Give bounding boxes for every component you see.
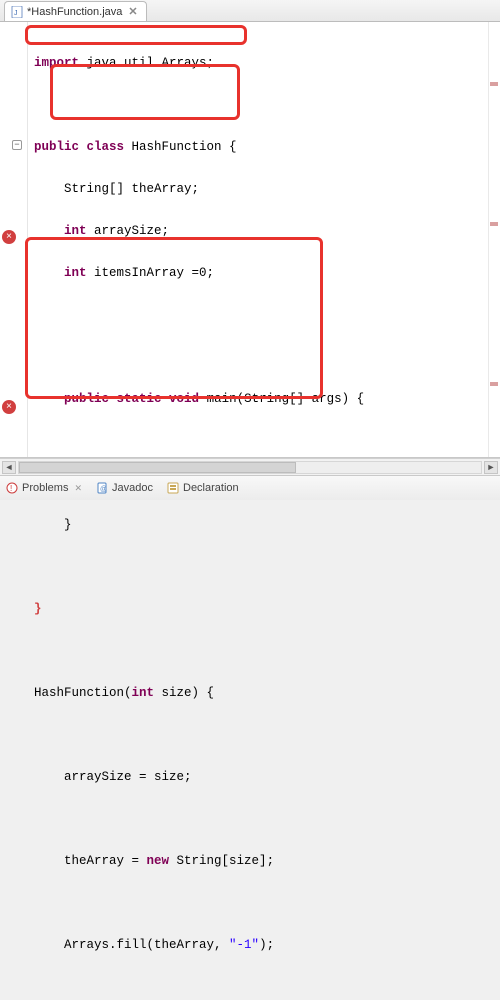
highlight-fields bbox=[50, 64, 240, 120]
code-keyword: int bbox=[64, 266, 87, 280]
code-keyword: class bbox=[79, 140, 124, 154]
svg-text:J: J bbox=[14, 10, 18, 17]
code-keyword: static bbox=[109, 392, 162, 406]
code-text: ); bbox=[259, 938, 274, 952]
ruler-marker[interactable] bbox=[490, 382, 498, 386]
code-text: Arrays.fill(theArray, bbox=[34, 938, 229, 952]
code-text: String[size]; bbox=[169, 854, 274, 868]
horizontal-scrollbar[interactable]: ◄ ► bbox=[0, 458, 500, 475]
ruler-marker[interactable] bbox=[490, 222, 498, 226]
scroll-left-arrow-icon[interactable]: ◄ bbox=[2, 461, 16, 474]
ruler-marker[interactable] bbox=[490, 82, 498, 86]
code-editor[interactable]: import java.util.Arrays; public class Ha… bbox=[28, 22, 488, 457]
code-text bbox=[34, 224, 64, 238]
problems-icon: ! bbox=[6, 482, 18, 494]
code-text: String[] theArray; bbox=[34, 182, 199, 196]
code-keyword: import bbox=[34, 56, 79, 70]
code-keyword: public bbox=[64, 392, 109, 406]
highlight-import bbox=[25, 25, 247, 45]
code-keyword: int bbox=[64, 224, 87, 238]
code-text: HashFunction { bbox=[124, 140, 237, 154]
editor-tab-close-icon[interactable]: ✕ bbox=[126, 5, 139, 18]
java-file-icon: J bbox=[11, 6, 23, 18]
code-error-text: } bbox=[34, 602, 42, 616]
code-text bbox=[34, 266, 64, 280]
editor-tab-hashfunction[interactable]: J *HashFunction.java ✕ bbox=[4, 1, 147, 21]
code-text bbox=[34, 392, 64, 406]
code-text: theArray = bbox=[34, 854, 147, 868]
gutter-error-icon[interactable]: × bbox=[2, 400, 16, 414]
code-text: arraySize; bbox=[87, 224, 170, 238]
code-text: } bbox=[34, 518, 72, 532]
editor-tab-bar: J *HashFunction.java ✕ bbox=[0, 0, 500, 22]
code-text: size) { bbox=[154, 686, 214, 700]
code-text: HashFunction( bbox=[34, 686, 132, 700]
scroll-track[interactable] bbox=[18, 461, 482, 474]
code-keyword: new bbox=[147, 854, 170, 868]
code-text: main(String[] args) { bbox=[199, 392, 364, 406]
code-text: itemsInArray =0; bbox=[87, 266, 215, 280]
svg-text:!: ! bbox=[10, 484, 12, 493]
code-keyword: void bbox=[162, 392, 200, 406]
code-keyword: int bbox=[132, 686, 155, 700]
code-string: "-1" bbox=[229, 938, 259, 952]
editor-area: − × × import java.util.Arrays; public cl… bbox=[0, 22, 500, 458]
fold-marker-icon[interactable]: − bbox=[12, 140, 22, 150]
editor-gutter[interactable]: − × × bbox=[0, 22, 28, 457]
code-keyword: public bbox=[34, 140, 79, 154]
editor-tab-label: *HashFunction.java bbox=[27, 6, 122, 18]
gutter-error-icon[interactable]: × bbox=[2, 230, 16, 244]
overview-ruler[interactable] bbox=[488, 22, 500, 457]
code-text: java.util.Arrays; bbox=[79, 56, 214, 70]
scroll-thumb[interactable] bbox=[19, 462, 296, 473]
code-text: arraySize = size; bbox=[34, 770, 192, 784]
